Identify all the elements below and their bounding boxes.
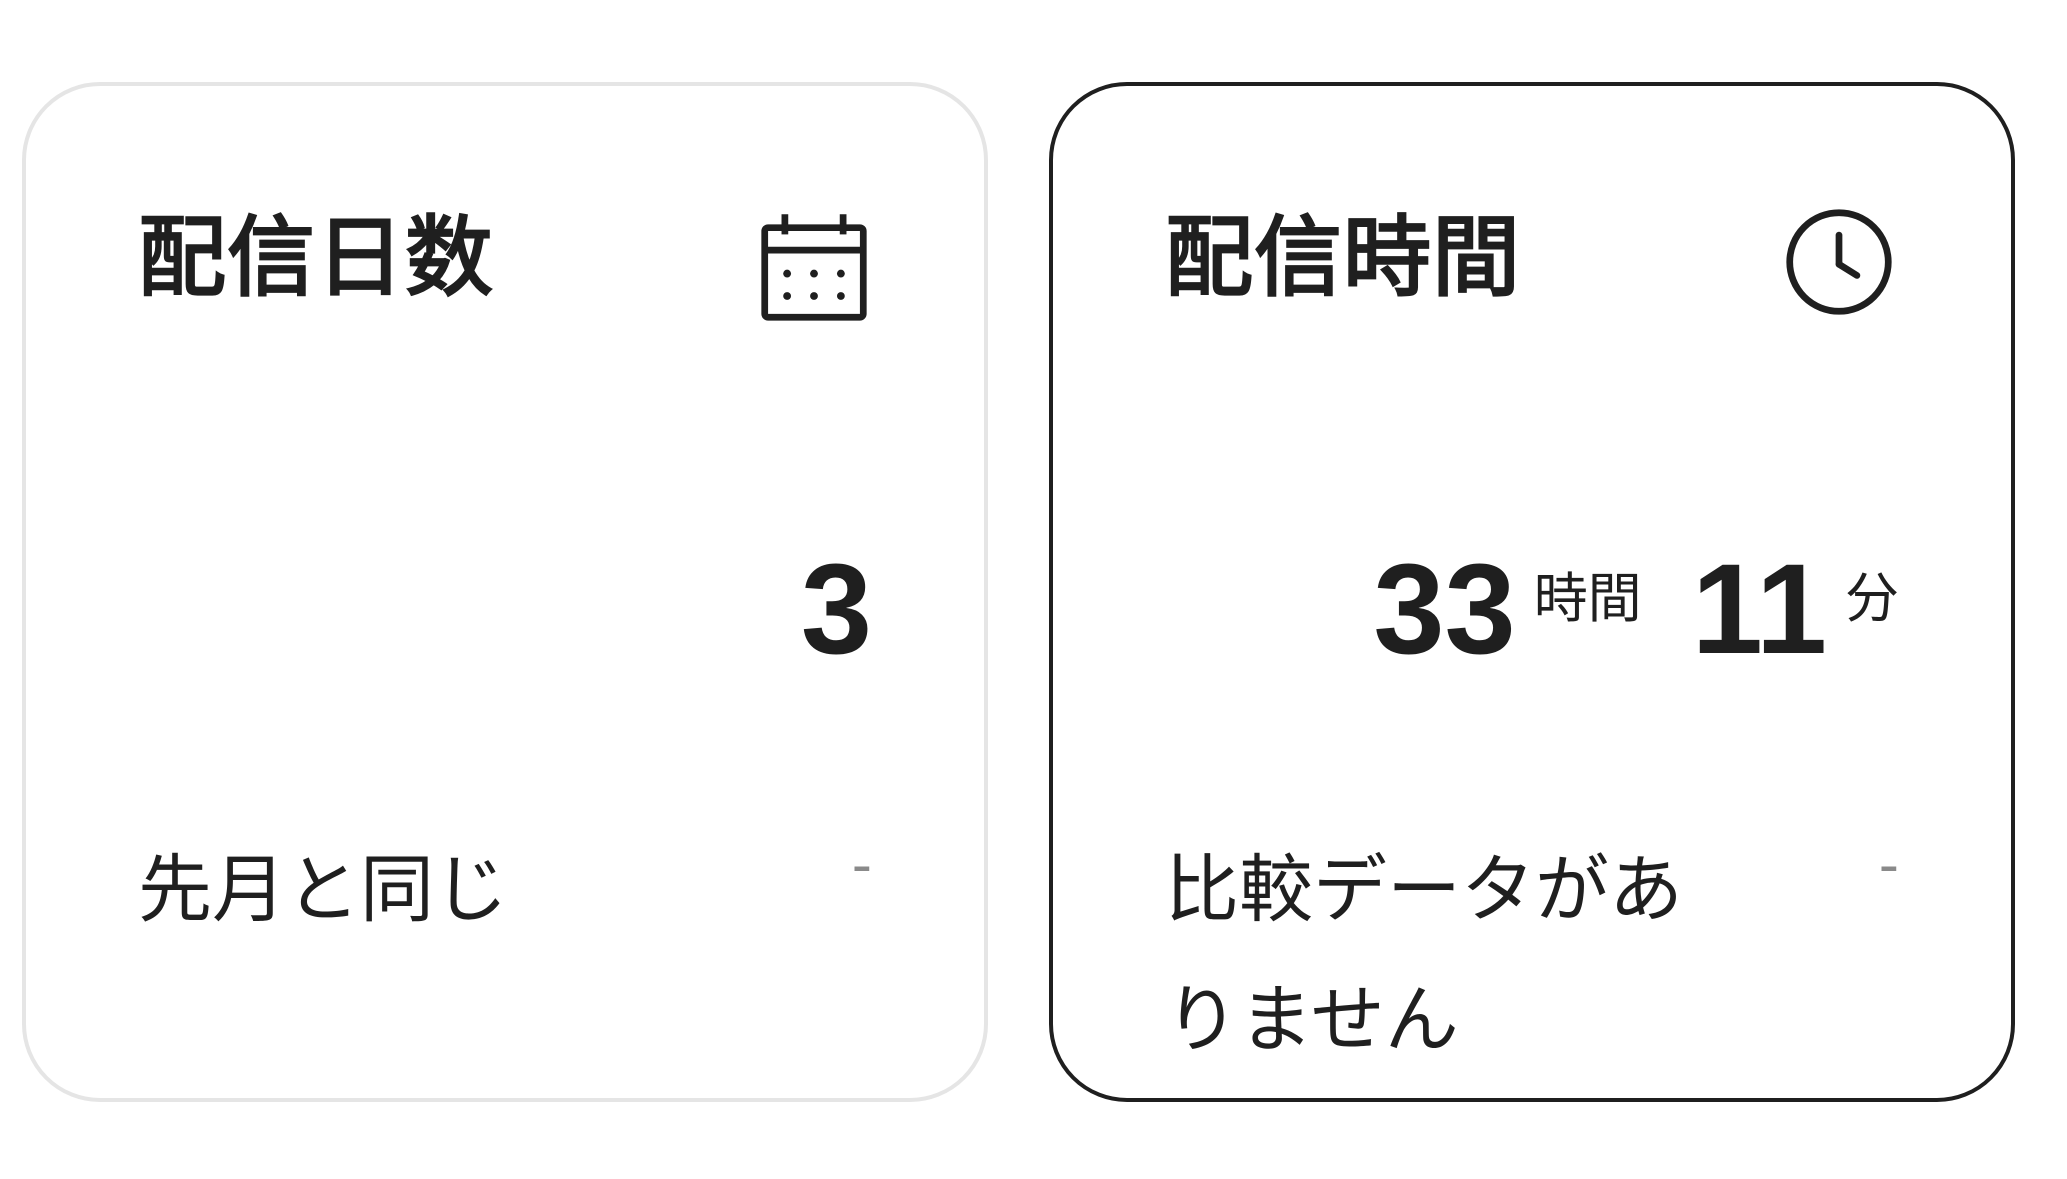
card-title: 配信時間 — [1165, 206, 1522, 309]
hours-unit: 時間 — [1533, 567, 1642, 630]
calendar-icon — [758, 212, 870, 324]
comparison-text: 先月と同じ — [138, 847, 508, 933]
comparison-text: 比較データがありません — [1165, 847, 1683, 1063]
minutes-value: 11 — [1691, 538, 1827, 681]
comparison-change: - — [1878, 833, 1899, 898]
metric-value: 33 時間 11 分 — [1373, 546, 1899, 696]
hours-value: 33 — [1373, 538, 1516, 681]
comparison-change: - — [851, 833, 872, 898]
streaming-days-card[interactable]: 配信日数 3 先月と同じ - — [22, 82, 988, 1102]
card-title: 配信日数 — [138, 206, 495, 309]
metric-value: 3 — [801, 546, 872, 696]
days-count: 3 — [800, 538, 872, 681]
streaming-time-card[interactable]: 配信時間 33 時間 11 分 比較データがありません - — [1049, 82, 2015, 1102]
minutes-unit: 分 — [1845, 567, 1899, 630]
clock-icon — [1783, 206, 1895, 318]
